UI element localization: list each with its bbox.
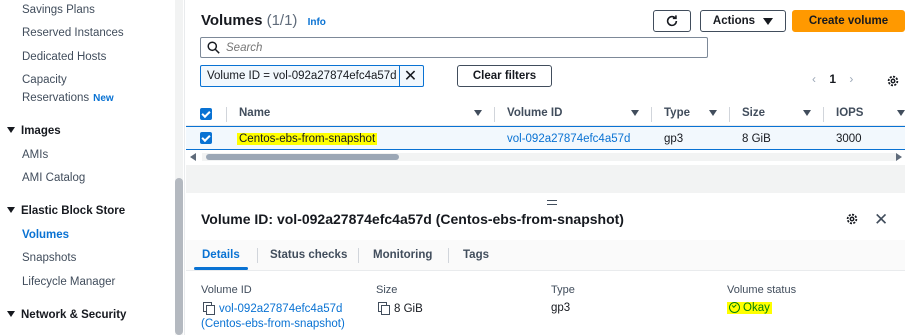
tab-status-checks[interactable]: Status checks <box>270 249 347 261</box>
sidebar: Savings Plans Reserved Instances Dedicat… <box>0 0 185 335</box>
sort-caret-icon[interactable] <box>709 110 717 116</box>
settings-gear-icon[interactable] <box>845 212 859 229</box>
refresh-icon <box>666 15 678 27</box>
row-checkbox[interactable] <box>200 132 212 144</box>
sidebar-item-capacity-reservations-line2[interactable]: Reservations New <box>22 92 114 104</box>
column-header-volume-id[interactable]: Volume ID <box>507 107 562 119</box>
copy-icon[interactable] <box>203 302 215 315</box>
size-value-text: 8 GiB <box>394 303 423 315</box>
sidebar-item-snapshots[interactable]: Snapshots <box>22 252 76 264</box>
page-title-text: Volumes <box>201 12 263 29</box>
sort-caret-icon[interactable] <box>803 110 811 116</box>
info-link[interactable]: Info <box>308 17 326 28</box>
cell-size: 8 GiB <box>742 133 771 145</box>
actions-button[interactable]: Actions <box>700 10 786 32</box>
sidebar-section-images[interactable]: Images <box>7 125 61 137</box>
sidebar-item-ami-catalog[interactable]: AMI Catalog <box>22 172 85 184</box>
sort-caret-icon[interactable] <box>474 110 482 116</box>
caret-down-icon <box>7 207 15 213</box>
clear-filters-button[interactable]: Clear filters <box>457 65 552 87</box>
settings-gear-icon[interactable] <box>886 74 900 91</box>
page-title: Volumes (1/1) Info <box>201 12 326 29</box>
scroll-right-icon[interactable] <box>896 153 902 161</box>
column-header-name[interactable]: Name <box>239 107 270 119</box>
sidebar-item-dedicated-hosts[interactable]: Dedicated Hosts <box>22 51 106 63</box>
sidebar-item-savings-plans[interactable]: Savings Plans <box>22 4 95 16</box>
volume-id-value-text: vol-092a27874efc4a57d <box>219 303 343 315</box>
filter-token[interactable]: Volume ID = vol-092a27874efc4a57d ✕ <box>200 65 424 87</box>
actions-button-label: Actions <box>712 15 756 27</box>
split-panel-handle[interactable] <box>547 200 557 205</box>
sidebar-item-reservations-label: Reservations <box>22 92 90 104</box>
volume-id-label: Volume ID <box>201 284 252 296</box>
status-badge: Okay <box>727 302 772 314</box>
caret-down-icon <box>763 17 774 25</box>
page-number[interactable]: 1 <box>829 72 836 86</box>
panel-gap <box>186 165 905 193</box>
table-row[interactable]: Centos-ebs-from-snapshot vol-092a27874ef… <box>186 126 905 150</box>
active-tab-underline <box>194 267 248 270</box>
search-icon <box>207 41 220 54</box>
sidebar-section-network-label: Network & Security <box>21 309 127 321</box>
prev-page-icon[interactable]: ‹ <box>812 72 816 86</box>
details-title: Volume ID: vol-092a27874efc4a57d (Centos… <box>201 211 624 227</box>
close-icon[interactable]: ✕ <box>399 66 421 86</box>
sort-caret-icon[interactable] <box>897 110 905 116</box>
cell-name: Centos-ebs-from-snapshot <box>237 133 378 145</box>
tab-details[interactable]: Details <box>202 249 240 261</box>
sidebar-section-ebs[interactable]: Elastic Block Store <box>7 205 125 217</box>
tab-tags[interactable]: Tags <box>463 249 489 261</box>
filter-token-text: Volume ID = vol-092a27874efc4a57d <box>207 70 397 82</box>
sidebar-item-lifecycle-manager[interactable]: Lifecycle Manager <box>22 276 115 288</box>
sidebar-section-ebs-label: Elastic Block Store <box>21 205 126 217</box>
create-volume-button[interactable]: Create volume <box>792 10 905 32</box>
cell-name-text: Centos-ebs-from-snapshot <box>237 133 378 145</box>
volume-status-value: Okay <box>727 302 772 314</box>
sidebar-item-capacity-label: Capacity <box>22 74 67 86</box>
sidebar-section-images-label: Images <box>21 125 61 137</box>
refresh-button[interactable] <box>653 10 691 32</box>
search-bar[interactable] <box>200 37 708 58</box>
size-value: 8 GiB <box>378 302 423 315</box>
close-icon[interactable]: ✕ <box>874 210 888 230</box>
page-title-count: (1/1) <box>266 12 298 29</box>
copy-icon[interactable] <box>378 302 390 315</box>
sort-caret-icon[interactable] <box>631 110 639 116</box>
search-input[interactable] <box>226 41 686 54</box>
column-header-size[interactable]: Size <box>742 107 765 119</box>
type-label: Type <box>551 284 575 296</box>
volume-id-value[interactable]: vol-092a27874efc4a57d <box>203 302 342 315</box>
caret-down-icon <box>7 127 15 133</box>
table-header: Name Volume ID Type Size IOPS <box>186 102 905 126</box>
select-all-checkbox[interactable] <box>200 108 212 120</box>
sidebar-item-amis[interactable]: AMIs <box>22 149 48 161</box>
next-page-icon[interactable]: › <box>849 72 853 86</box>
status-badge-text: Okay <box>743 302 770 314</box>
caret-down-icon <box>7 311 15 317</box>
scroll-left-icon[interactable] <box>190 153 196 161</box>
new-badge: New <box>93 93 114 104</box>
sidebar-item-reserved-instances[interactable]: Reserved Instances <box>22 27 124 39</box>
sidebar-scrollbar-thumb[interactable] <box>175 178 183 335</box>
type-value: gp3 <box>551 302 571 314</box>
details-tabs: Details Status checks Monitoring Tags <box>186 240 905 271</box>
horizontal-scrollbar[interactable] <box>188 153 903 161</box>
pagination: ‹ 1 › <box>812 72 853 86</box>
sidebar-item-volumes[interactable]: Volumes <box>22 229 69 241</box>
size-label: Size <box>376 284 398 296</box>
volume-status-label: Volume status <box>727 284 797 296</box>
cell-volume-id[interactable]: vol-092a27874efc4a57d <box>507 133 630 145</box>
horizontal-scrollbar-thumb[interactable] <box>206 154 399 160</box>
sidebar-item-capacity-reservations[interactable]: Capacity <box>22 74 67 86</box>
column-header-iops[interactable]: IOPS <box>836 107 863 119</box>
column-header-type[interactable]: Type <box>664 107 690 119</box>
main-content: Volumes (1/1) Info Actions Create volume… <box>186 0 905 335</box>
cell-iops: 3000 <box>836 133 862 145</box>
volume-id-name[interactable]: (Centos-ebs-from-snapshot) <box>201 318 345 330</box>
tab-monitoring[interactable]: Monitoring <box>373 249 432 261</box>
cell-type: gp3 <box>664 133 684 145</box>
check-circle-icon <box>729 302 740 313</box>
sidebar-section-network[interactable]: Network & Security <box>7 309 126 321</box>
